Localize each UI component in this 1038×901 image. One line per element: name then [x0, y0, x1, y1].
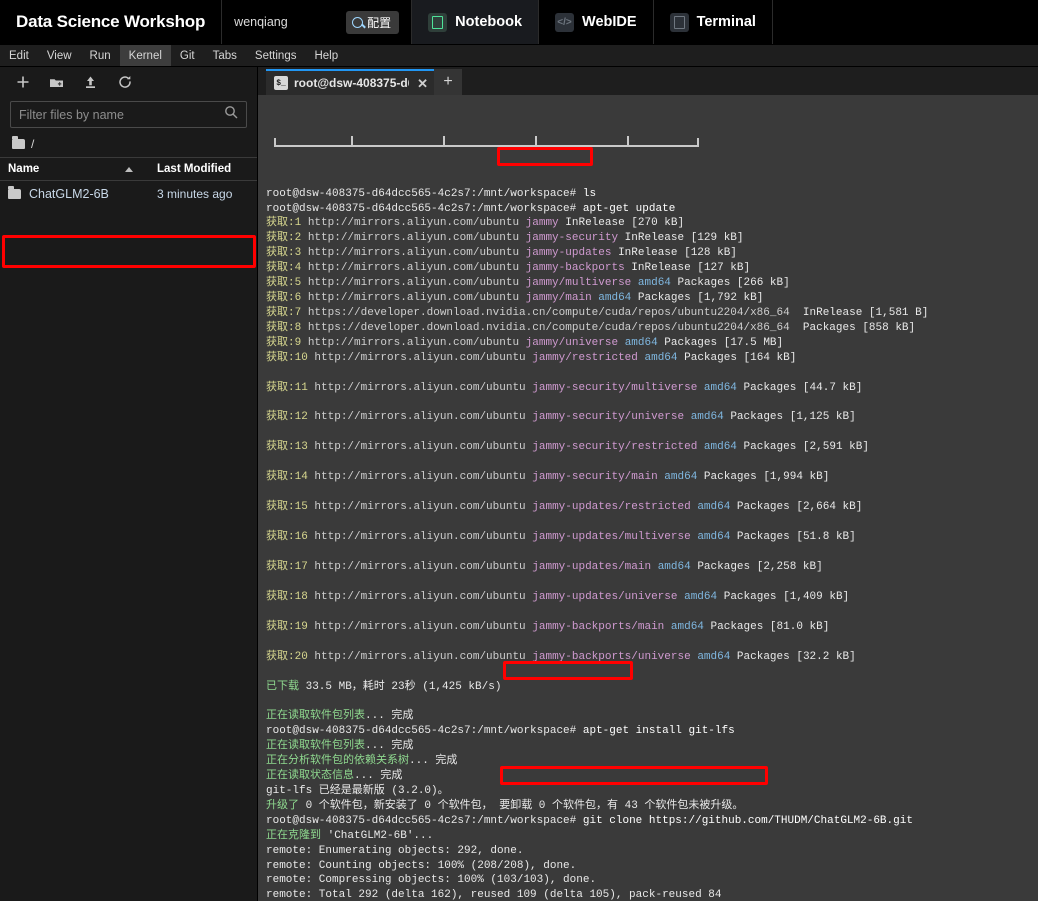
terminal-line: 正在读取状态信息... 完成	[266, 770, 403, 783]
top-app-bar: Data Science Workshop wenqiang 配置 Notebo…	[0, 0, 1038, 45]
app-tab-notebook[interactable]: Notebook	[412, 0, 540, 44]
terminal-line: 获取:19 http://mirrors.aliyun.com/ubuntu j…	[266, 620, 830, 633]
menu-item-kernel[interactable]: Kernel	[119, 45, 171, 66]
terminal-line: 正在读取软件包列表... 完成	[266, 740, 414, 753]
username-label: wenqiang	[234, 15, 288, 29]
terminal-line: 获取:11 http://mirrors.aliyun.com/ubuntu j…	[266, 381, 863, 394]
config-button-label: 配置	[367, 15, 392, 30]
upload-icon[interactable]	[82, 74, 99, 91]
terminal-line: 获取:3 http://mirrors.aliyun.com/ubuntu ja…	[266, 247, 737, 260]
terminal-line: 获取:9 http://mirrors.aliyun.com/ubuntu ja…	[266, 336, 784, 349]
terminal-line: remote: Total 292 (delta 162), reused 10…	[266, 889, 722, 901]
search-icon	[352, 16, 364, 28]
terminal-line: 获取:18 http://mirrors.aliyun.com/ubuntu j…	[266, 590, 850, 603]
terminal-line: 获取:2 http://mirrors.aliyun.com/ubuntu ja…	[266, 232, 744, 245]
terminal-line: 正在读取软件包列表... 完成	[266, 710, 414, 723]
terminal-tab-title: root@dsw-408375-d64dcc5(	[294, 76, 409, 90]
breadcrumb[interactable]: /	[0, 134, 257, 157]
menu-item-settings[interactable]: Settings	[246, 45, 306, 66]
progress-bar-remnant	[270, 133, 1026, 149]
terminal-line: 获取:14 http://mirrors.aliyun.com/ubuntu j…	[266, 471, 830, 484]
terminal-line: 获取:7 https://developer.download.nvidia.c…	[266, 306, 929, 319]
file-name-label: ChatGLM2-6B	[29, 187, 109, 201]
annotation-box-file-row	[2, 235, 256, 268]
menu-item-help[interactable]: Help	[305, 45, 347, 66]
terminal-line: 获取:20 http://mirrors.aliyun.com/ubuntu j…	[266, 650, 856, 663]
menu-item-tabs[interactable]: Tabs	[204, 45, 246, 66]
file-name-cell: ChatGLM2-6B	[8, 186, 157, 201]
terminal-panel: $_ root@dsw-408375-d64dcc5( ✕ + root@dsw…	[258, 67, 1038, 901]
column-header-name[interactable]: Name	[8, 163, 157, 175]
terminal-line: 获取:12 http://mirrors.aliyun.com/ubuntu j…	[266, 411, 856, 424]
terminal-line: root@dsw-408375-d64dcc565-4c2s7:/mnt/wor…	[266, 202, 676, 215]
app-tab-webide[interactable]: </> WebIDE	[539, 0, 654, 44]
new-launcher-icon[interactable]	[14, 74, 31, 91]
menu-item-view[interactable]: View	[38, 45, 81, 66]
close-icon[interactable]: ✕	[415, 77, 428, 90]
add-tab-button[interactable]: +	[434, 69, 462, 95]
refresh-icon[interactable]	[116, 74, 133, 91]
terminal-line: remote: Enumerating objects: 292, done.	[266, 844, 524, 857]
terminal-output[interactable]: root@dsw-408375-d64dcc565-4c2s7:/mnt/wor…	[258, 95, 1038, 901]
folder-icon	[8, 186, 21, 199]
terminal-line: 正在分析软件包的依赖关系树... 完成	[266, 755, 458, 768]
folder-icon	[12, 136, 25, 149]
notebook-icon	[428, 12, 448, 32]
file-list-item-chatglm2-6b[interactable]: ChatGLM2-6B 3 minutes ago	[0, 181, 257, 207]
terminal-line: 升级了 0 个软件包，新安装了 0 个软件包， 要卸载 0 个软件包，有 43 …	[266, 799, 744, 812]
menu-bar: Edit View Run Kernel Git Tabs Settings H…	[0, 45, 1038, 67]
filter-container	[0, 97, 257, 134]
app-tab-terminal-label: Terminal	[696, 14, 756, 30]
terminal-line: 获取:4 http://mirrors.aliyun.com/ubuntu ja…	[266, 262, 751, 275]
menu-item-git[interactable]: Git	[171, 45, 204, 66]
terminal-icon: $_	[274, 76, 288, 90]
column-header-last-modified[interactable]: Last Modified	[157, 163, 249, 175]
terminal-line: 获取:15 http://mirrors.aliyun.com/ubuntu j…	[266, 501, 863, 514]
search-input[interactable]	[19, 107, 224, 122]
app-brand-title: Data Science Workshop	[0, 0, 223, 44]
menu-item-run[interactable]: Run	[81, 45, 120, 66]
sort-ascending-icon	[125, 166, 133, 172]
column-header-name-label: Name	[8, 163, 40, 175]
terminal-line: root@dsw-408375-d64dcc565-4c2s7:/mnt/wor…	[266, 187, 597, 200]
app-tab-notebook-label: Notebook	[455, 14, 523, 30]
terminal-line-container: root@dsw-408375-d64dcc565-4c2s7:/mnt/wor…	[266, 187, 1030, 901]
file-browser-panel: / Name Last Modified ChatGLM2-6B 3 minut…	[0, 67, 258, 901]
terminal-line: remote: Counting objects: 100% (208/208)…	[266, 859, 577, 872]
terminal-line: git-lfs 已经是最新版 (3.2.0)。	[266, 785, 449, 797]
terminal-tab-strip: $_ root@dsw-408375-d64dcc5( ✕ +	[258, 67, 1038, 95]
terminal-line: 获取:8 https://developer.download.nvidia.c…	[266, 321, 916, 334]
terminal-line: 获取:16 http://mirrors.aliyun.com/ubuntu j…	[266, 531, 856, 544]
terminal-tab[interactable]: $_ root@dsw-408375-d64dcc5( ✕	[266, 69, 434, 95]
file-browser-toolbar	[0, 67, 257, 97]
terminal-line: root@dsw-408375-d64dcc565-4c2s7:/mnt/wor…	[266, 725, 735, 738]
file-modified-label: 3 minutes ago	[157, 187, 233, 201]
user-zone: wenqiang 配置	[222, 0, 413, 44]
config-button[interactable]: 配置	[346, 10, 400, 34]
annotation-box-apt-get-update	[497, 147, 593, 166]
terminal-icon	[669, 12, 689, 32]
terminal-line: 获取:1 http://mirrors.aliyun.com/ubuntu ja…	[266, 217, 685, 230]
breadcrumb-path: /	[31, 137, 35, 151]
terminal-line: 正在克隆到 'ChatGLM2-6B'...	[266, 829, 434, 842]
terminal-line: 获取:10 http://mirrors.aliyun.com/ubuntu j…	[266, 351, 797, 364]
main-area: / Name Last Modified ChatGLM2-6B 3 minut…	[0, 67, 1038, 901]
terminal-line: 获取:13 http://mirrors.aliyun.com/ubuntu j…	[266, 441, 869, 454]
menu-item-edit[interactable]: Edit	[0, 45, 38, 66]
terminal-line: 已下载 33.5 MB，耗时 23秒 (1,425 kB/s)	[266, 680, 502, 693]
new-folder-icon[interactable]	[48, 74, 65, 91]
file-list-header: Name Last Modified	[0, 157, 257, 181]
terminal-line: 获取:5 http://mirrors.aliyun.com/ubuntu ja…	[266, 277, 790, 290]
code-icon: </>	[555, 12, 575, 32]
terminal-line: 获取:17 http://mirrors.aliyun.com/ubuntu j…	[266, 560, 823, 573]
terminal-line: remote: Compressing objects: 100% (103/1…	[266, 874, 597, 887]
terminal-line: 获取:6 http://mirrors.aliyun.com/ubuntu ja…	[266, 291, 764, 304]
app-tab-webide-label: WebIDE	[582, 14, 637, 30]
terminal-line: root@dsw-408375-d64dcc565-4c2s7:/mnt/wor…	[266, 814, 913, 827]
search-icon[interactable]	[224, 105, 238, 124]
app-tab-terminal[interactable]: Terminal	[654, 0, 773, 44]
filter-box[interactable]	[10, 101, 247, 128]
